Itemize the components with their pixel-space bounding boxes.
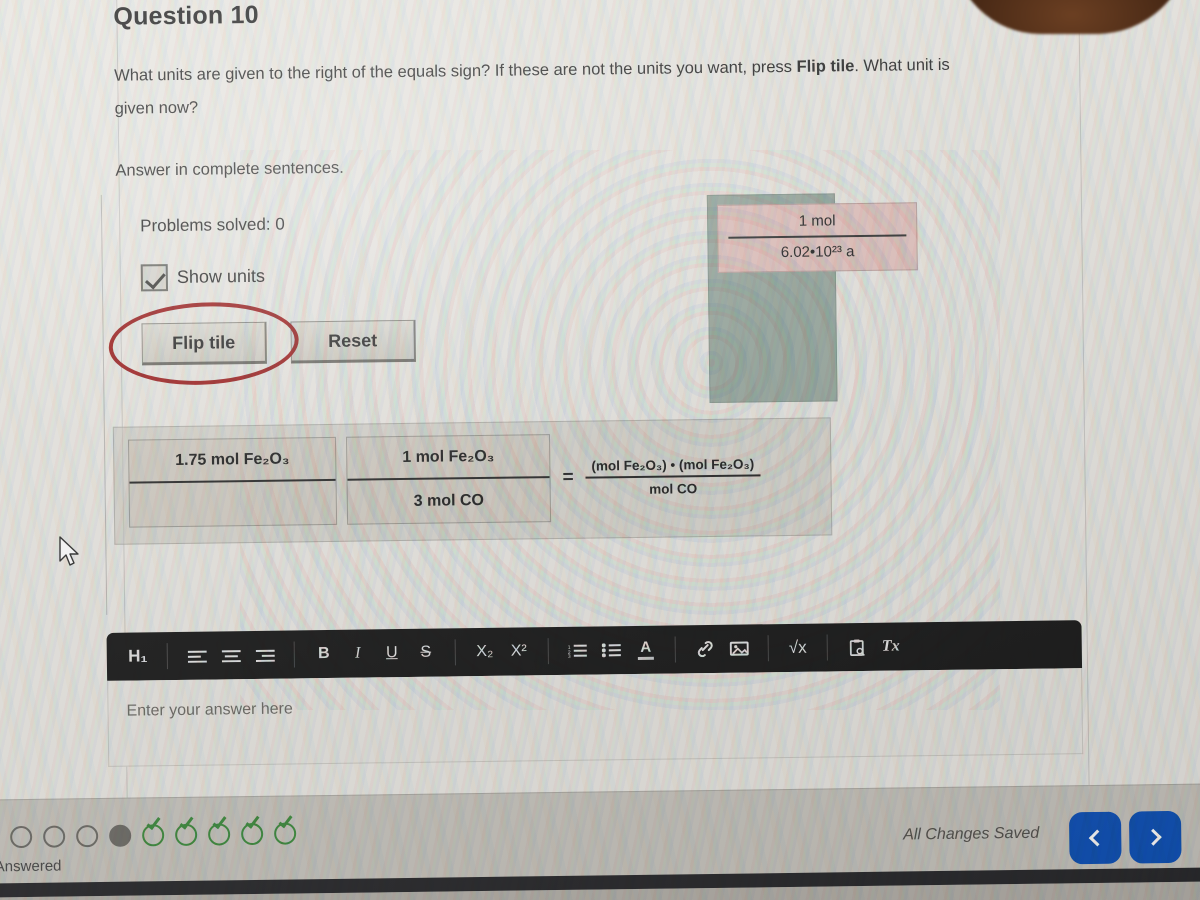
answer-input[interactable]: Enter your answer here: [107, 668, 1084, 767]
toolbar-divider-6: [767, 635, 769, 662]
question-card: Question 10 What units are given to the …: [98, 0, 1088, 803]
question-progress-dots[interactable]: [0, 812, 297, 849]
question-prompt: What units are given to the right of the…: [114, 49, 955, 126]
align-center-icon[interactable]: [214, 638, 248, 672]
screen-photo: Question 10 What units are given to the …: [0, 0, 1200, 900]
image-icon[interactable]: [722, 631, 756, 665]
reset-button[interactable]: Reset: [290, 319, 416, 364]
subscript-icon[interactable]: X₂: [468, 635, 502, 669]
text-color-icon[interactable]: A: [629, 633, 663, 667]
progress-dot-7[interactable]: [175, 814, 198, 847]
bold-icon[interactable]: B: [307, 637, 341, 671]
simulation-button-row: Flip tile Reset: [106, 298, 416, 390]
equation-icon[interactable]: √x: [781, 631, 815, 665]
tile1-denominator: [130, 481, 337, 527]
equation-strip[interactable]: 1.75 mol Fe₂O₃ 1 mol Fe₂O₃ 3 mol CO = (m…: [112, 417, 833, 545]
toolbar-divider-5: [674, 636, 676, 663]
tile-tray[interactable]: 1 mol 6.02•10²³ a: [706, 193, 918, 403]
stoichiometry-simulation[interactable]: Problems solved: 0 Show units Flip tile …: [100, 184, 918, 615]
progress-dot-5-current[interactable]: [109, 824, 132, 847]
result-denominator: mol CO: [649, 480, 698, 497]
problems-solved-label: Problems solved: 0: [140, 214, 285, 236]
equation-tile-2[interactable]: 1 mol Fe₂O₃ 3 mol CO: [345, 434, 552, 525]
toolbar-divider-3: [454, 639, 456, 666]
progress-dot-9[interactable]: [241, 813, 264, 846]
tile-numerator: 1 mol: [728, 207, 907, 239]
equation-tile-1[interactable]: 1.75 mol Fe₂O₃: [127, 436, 338, 528]
progress-dot-4[interactable]: [76, 825, 99, 848]
answer-editor[interactable]: H₁ B I U S X₂ X² 1 2 3 A √x Tx Enter you…: [106, 620, 1089, 767]
clear-formatting-icon[interactable]: Tx: [874, 629, 908, 663]
text-color-letter: A: [640, 638, 652, 656]
toolbar-divider-1: [166, 643, 168, 670]
progress-dot-10[interactable]: [274, 812, 297, 845]
italic-icon[interactable]: I: [341, 636, 375, 670]
progress-dot-6[interactable]: [142, 814, 165, 847]
svg-text:3: 3: [568, 654, 571, 658]
text-color-swatch: [637, 656, 654, 660]
equation-row: 1.75 mol Fe₂O₃ 1 mol Fe₂O₃ 3 mol CO = (m…: [127, 431, 761, 528]
equation-result: (mol Fe₂O₃) • (mol Fe₂O₃) mol CO: [585, 455, 761, 497]
answer-placeholder: Enter your answer here: [126, 700, 293, 720]
screen-surface: Question 10 What units are given to the …: [0, 0, 1200, 898]
next-question-button[interactable]: [1128, 810, 1182, 864]
superscript-icon[interactable]: X²: [502, 634, 536, 668]
strikethrough-icon[interactable]: S: [409, 636, 443, 670]
prompt-emphasis: Flip tile: [796, 57, 855, 76]
questions-answered-label: ns Answered: [0, 857, 62, 876]
answer-instruction: Answer in complete sentences.: [115, 158, 344, 180]
result-numerator: (mol Fe₂O₃) • (mol Fe₂O₃): [585, 455, 761, 479]
tile2-numerator: 1 mol Fe₂O₃: [346, 435, 550, 481]
previous-question-button[interactable]: [1068, 811, 1122, 865]
tile1-numerator: 1.75 mol Fe₂O₃: [128, 437, 336, 484]
show-units-row[interactable]: Show units: [140, 261, 415, 292]
progress-dot-3[interactable]: [43, 825, 66, 848]
heading-icon[interactable]: H₁: [121, 639, 155, 673]
page-title: Question 10: [113, 0, 259, 31]
bullet-list-icon[interactable]: [595, 633, 629, 667]
numbered-list-icon[interactable]: 123: [561, 634, 595, 668]
align-right-icon[interactable]: [248, 638, 282, 672]
show-units-label: Show units: [176, 265, 266, 287]
tile-denominator: 6.02•10²³ a: [780, 243, 855, 262]
bottom-status-bar: ns Answered All Changes Saved: [0, 783, 1200, 898]
flip-tile-button[interactable]: Flip tile: [141, 321, 268, 366]
conversion-tile[interactable]: 1 mol 6.02•10²³ a: [716, 202, 918, 273]
underline-icon[interactable]: U: [375, 636, 409, 670]
toolbar-divider-2: [293, 641, 295, 668]
progress-dot-8[interactable]: [208, 813, 231, 846]
save-status: All Changes Saved: [903, 824, 1040, 844]
toolbar-divider-4: [547, 638, 549, 665]
show-units-checkbox[interactable]: [140, 264, 169, 292]
tile2-denominator: 3 mol CO: [413, 491, 485, 510]
link-icon[interactable]: [688, 632, 722, 666]
chevron-left-icon: [1088, 829, 1106, 847]
progress-dot-2[interactable]: [10, 825, 33, 849]
chevron-right-icon: [1144, 828, 1162, 846]
prompt-text-a: What units are given to the right of the…: [114, 57, 797, 85]
align-left-icon[interactable]: [180, 639, 214, 673]
toolbar-divider-7: [826, 634, 828, 661]
paste-icon[interactable]: [840, 630, 874, 664]
equals-sign: =: [562, 466, 574, 488]
simulation-controls: Problems solved: 0 Show units Flip tile …: [106, 213, 416, 390]
